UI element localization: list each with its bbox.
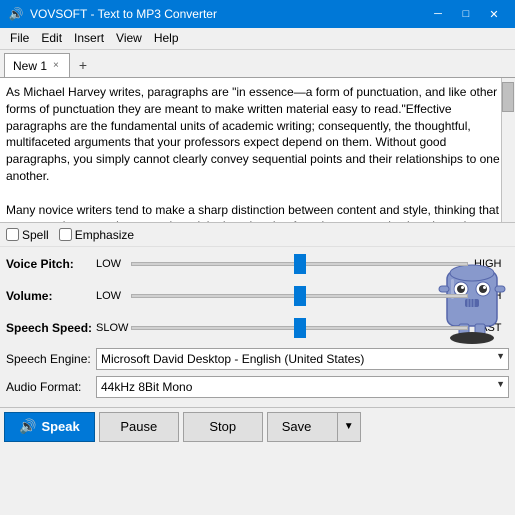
volume-row: Volume: LOW HIGH	[6, 283, 509, 309]
save-dropdown-button[interactable]: ▼	[337, 412, 361, 442]
speak-label: Speak	[41, 419, 79, 434]
audio-format-row: Audio Format: 44kHz 8Bit Mono 44kHz 16Bi…	[6, 375, 509, 399]
app-icon: 🔊	[8, 6, 24, 22]
voice-pitch-min: LOW	[96, 258, 131, 270]
speech-speed-min: SLOW	[96, 322, 131, 334]
spell-label: Spell	[22, 228, 49, 242]
checkbox-row: Spell Emphasize	[0, 223, 515, 247]
speak-icon: 🔊	[19, 418, 36, 435]
save-label: Save	[282, 419, 312, 434]
text-area-wrapper	[0, 78, 515, 223]
minimize-button[interactable]: ─	[425, 4, 451, 24]
tab-label: New 1	[13, 59, 47, 73]
close-button[interactable]: ✕	[481, 4, 507, 24]
menu-insert[interactable]: Insert	[68, 30, 110, 47]
dropdown-arrow-icon: ▼	[344, 421, 354, 432]
scrollbar-thumb[interactable]	[502, 82, 514, 112]
save-button[interactable]: Save	[267, 412, 337, 442]
save-button-group: Save ▼	[267, 412, 361, 442]
volume-label: Volume:	[6, 289, 96, 303]
title-bar: 🔊 VOVSOFT - Text to MP3 Converter ─ □ ✕	[0, 0, 515, 28]
window-controls: ─ □ ✕	[425, 4, 507, 24]
tab-close-button[interactable]: ×	[51, 60, 61, 71]
voice-pitch-thumb	[294, 254, 306, 274]
pause-button[interactable]: Pause	[99, 412, 179, 442]
menu-file[interactable]: File	[4, 30, 35, 47]
spell-checkbox[interactable]	[6, 228, 19, 241]
speech-speed-track	[131, 326, 468, 330]
menu-bar: File Edit Insert View Help	[0, 28, 515, 50]
app-title: VOVSOFT - Text to MP3 Converter	[30, 7, 425, 21]
spell-checkbox-label[interactable]: Spell	[6, 228, 49, 242]
stop-label: Stop	[209, 419, 236, 434]
tab-add-button[interactable]: +	[72, 53, 94, 77]
bottom-sections: Spell Emphasize	[0, 223, 515, 445]
volume-track	[131, 294, 468, 298]
speech-engine-label: Speech Engine:	[6, 352, 96, 366]
voice-pitch-track	[131, 262, 468, 266]
audio-format-select[interactable]: 44kHz 8Bit Mono 44kHz 16Bit Mono 44kHz 1…	[96, 376, 509, 398]
audio-format-wrapper: 44kHz 8Bit Mono 44kHz 16Bit Mono 44kHz 1…	[96, 376, 509, 398]
text-area-container	[0, 78, 515, 223]
tab-bar: New 1 × +	[0, 50, 515, 78]
maximize-button[interactable]: □	[453, 4, 479, 24]
speech-speed-thumb	[294, 318, 306, 338]
volume-min: LOW	[96, 290, 131, 302]
speak-button[interactable]: 🔊 Speak	[4, 412, 95, 442]
controls-area: Voice Pitch: LOW HIGH Volume: LOW HIGH S…	[0, 247, 515, 407]
emphasize-checkbox[interactable]	[59, 228, 72, 241]
speech-engine-select[interactable]: Microsoft David Desktop - English (Unite…	[96, 348, 509, 370]
voice-pitch-label: Voice Pitch:	[6, 257, 96, 271]
volume-thumb	[294, 286, 306, 306]
speech-engine-row: Speech Engine: Microsoft David Desktop -…	[6, 347, 509, 371]
emphasize-checkbox-label[interactable]: Emphasize	[59, 228, 134, 242]
action-bar: 🔊 Speak Pause Stop Save ▼	[0, 407, 515, 445]
speech-engine-wrapper: Microsoft David Desktop - English (Unite…	[96, 348, 509, 370]
menu-view[interactable]: View	[110, 30, 148, 47]
stop-button[interactable]: Stop	[183, 412, 263, 442]
emphasize-label: Emphasize	[75, 228, 134, 242]
speech-speed-label: Speech Speed:	[6, 321, 96, 335]
tab-new1[interactable]: New 1 ×	[4, 53, 70, 77]
speech-speed-row: Speech Speed: SLOW FAST	[6, 315, 509, 341]
menu-edit[interactable]: Edit	[35, 30, 68, 47]
main-text-input[interactable]	[0, 78, 515, 222]
audio-format-label: Audio Format:	[6, 380, 96, 394]
pause-label: Pause	[120, 419, 157, 434]
voice-pitch-row: Voice Pitch: LOW HIGH	[6, 251, 509, 277]
menu-help[interactable]: Help	[148, 30, 185, 47]
scrollbar-track[interactable]	[501, 78, 515, 222]
